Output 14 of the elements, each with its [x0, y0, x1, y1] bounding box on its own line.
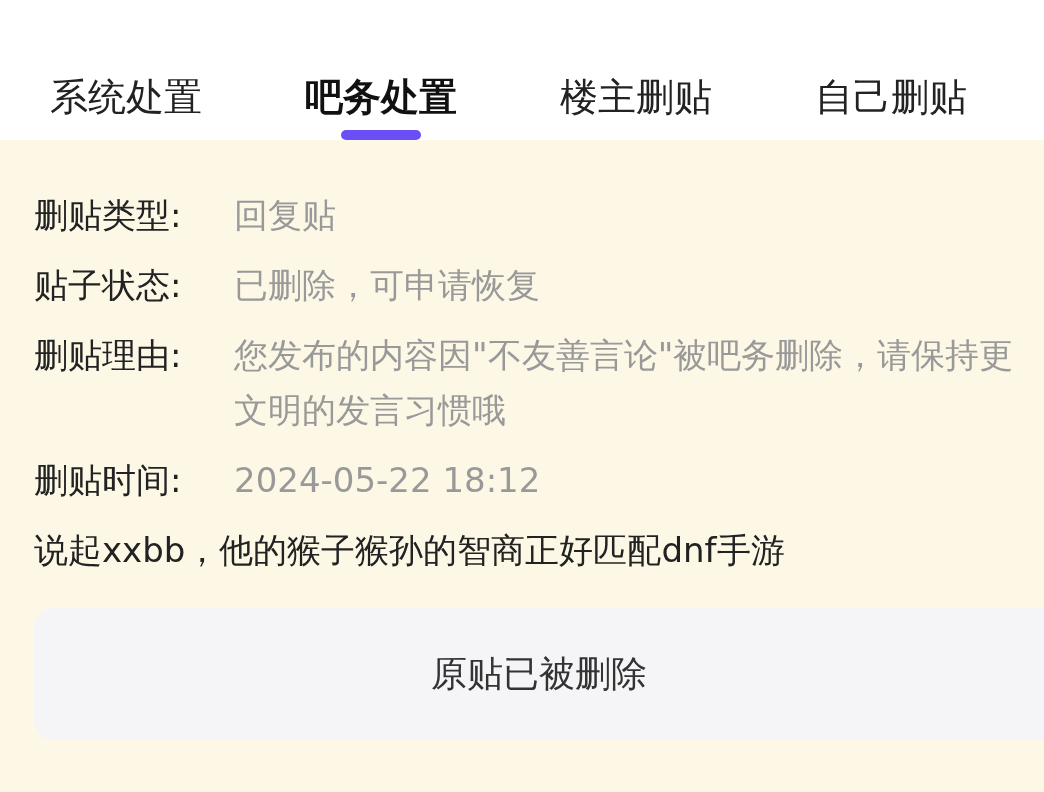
detail-label: 删贴类型: — [34, 194, 183, 237]
detail-label: 删贴理由: — [34, 334, 183, 377]
tab[interactable]: 系统处置 — [50, 0, 202, 140]
detail-value: 回复贴 — [234, 194, 337, 237]
detail-label: 贴子状态: — [34, 264, 183, 307]
tab[interactable]: 吧务处置 — [305, 0, 457, 140]
detail-label: 删贴时间: — [34, 459, 183, 502]
tab[interactable]: 楼主删贴 — [560, 0, 712, 140]
post-text: 说起xxbb，他的猴子猴孙的智商正好匹配dnf手游 — [34, 529, 786, 572]
detail-value: 您发布的内容因"不友善言论"被吧务删除，请保持更文明的发言习惯哦 — [234, 334, 1015, 432]
detail-value: 2024-05-22 18:12 — [234, 459, 542, 502]
tab[interactable]: 自己删贴 — [815, 0, 967, 140]
detail-value: 已删除，可申请恢复 — [234, 264, 541, 307]
original-post-card[interactable]: 原贴已被删除 — [34, 608, 1044, 740]
